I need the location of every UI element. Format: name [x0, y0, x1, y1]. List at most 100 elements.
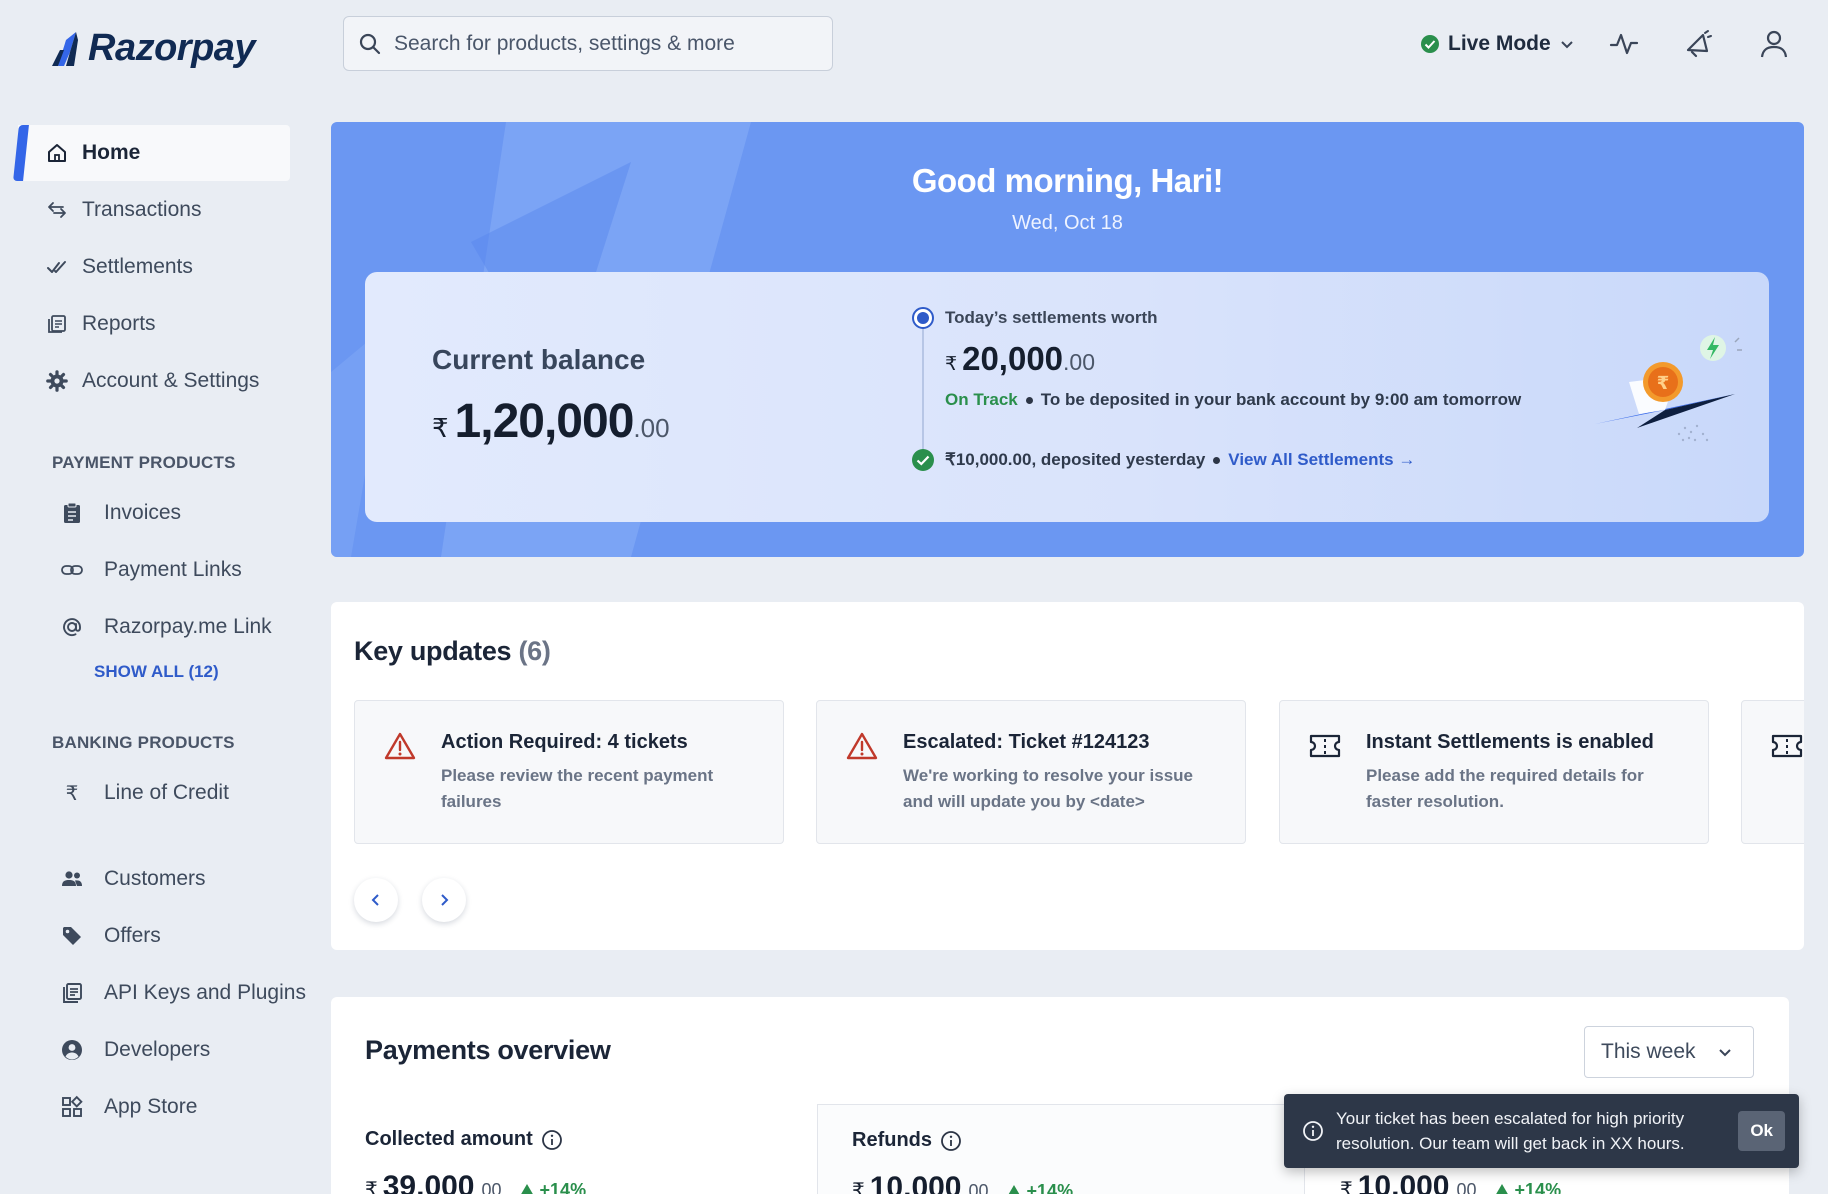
sidebar-item-line-of-credit[interactable]: ₹ Line of Credit [60, 773, 229, 813]
toast-ok-button[interactable]: Ok [1738, 1111, 1785, 1151]
activity-button[interactable] [1604, 24, 1644, 64]
carousel-next-button[interactable] [422, 878, 466, 922]
transactions-icon [48, 202, 66, 218]
sidebar-item-label: Developers [104, 1038, 211, 1061]
current-balance-amount: ₹ 1,20,000 .00 [432, 394, 670, 449]
show-all-products-link[interactable]: SHOW ALL (12) [94, 662, 219, 682]
info-icon[interactable] [541, 1129, 563, 1151]
warning-icon [384, 732, 416, 760]
todays-settlement-label: Today’s settlements worth [945, 308, 1158, 327]
trend-indicator: +14% [1495, 1179, 1562, 1194]
live-mode-dropdown[interactable]: Live Mode [1420, 28, 1575, 60]
sidebar-item-label: Account & Settings [82, 369, 260, 392]
chevron-right-icon [441, 894, 449, 906]
trend-indicator: +14% [1007, 1181, 1073, 1194]
timeline-divider [922, 320, 924, 460]
trend-indicator: +14% [520, 1179, 587, 1194]
balance-decimal: .00 [633, 413, 670, 443]
search-input[interactable] [394, 31, 832, 56]
update-card[interactable]: Action Required: 4 tickets Please review… [354, 700, 784, 844]
sidebar-item-label: API Keys and Plugins [104, 981, 306, 1004]
sidebar-item-label: Transactions [82, 198, 202, 221]
separator-dot [1025, 396, 1033, 404]
key-updates-title: Key updates (6) [354, 636, 551, 667]
razorpay-logo[interactable]: Razorpay [52, 24, 256, 72]
sidebar-item-label: Reports [82, 312, 156, 335]
sidebar-item-account-settings[interactable]: Account & Settings [18, 353, 290, 409]
metric-label: Collected amount [365, 1128, 563, 1151]
sidebar-item-payment-links[interactable]: Payment Links [60, 550, 242, 590]
sidebar-item-offers[interactable]: Offers [60, 916, 161, 956]
settlement-decimal: .00 [1063, 349, 1096, 375]
sidebar-item-label: Customers [104, 867, 206, 890]
carousel-prev-button[interactable] [354, 878, 398, 922]
rupee-icon: ₹ [65, 782, 79, 805]
sidebar-item-reports[interactable]: Reports [18, 296, 290, 352]
chevron-down-icon [1719, 1049, 1731, 1057]
sidebar-item-settlements[interactable]: Settlements [18, 239, 290, 295]
trend-up-icon [520, 1184, 533, 1194]
update-card[interactable]: Escalated: Ticket #124123 We're working … [816, 700, 1246, 844]
trend-value: +14% [1514, 1179, 1562, 1194]
activity-icon [1609, 33, 1639, 55]
ticket-icon [1309, 734, 1341, 758]
info-icon[interactable] [940, 1130, 962, 1152]
sidebar-item-transactions[interactable]: Transactions [18, 182, 290, 238]
sidebar-item-label: Invoices [104, 501, 182, 524]
status-message: To be deposited in your bank account by … [1040, 390, 1522, 409]
metric-label-text: Collected amount [365, 1128, 533, 1150]
warning-icon [846, 732, 878, 760]
sidebar-item-razorpay-me-link[interactable]: Razorpay.me Link [60, 607, 272, 647]
brand-name: Razorpay [88, 26, 256, 69]
sidebar-item-invoices[interactable]: Invoices [60, 493, 181, 533]
sidebar-item-customers[interactable]: Customers [60, 859, 206, 899]
metric-value: ₹ 10,000 .00 +14% [852, 1171, 1073, 1194]
update-description: We're working to resolve your issue and … [903, 766, 1193, 811]
separator-dot [1213, 456, 1221, 464]
gear-icon [46, 370, 68, 392]
metric-collected-amount: Collected amount ₹ 39,000 .00 +14% [365, 1104, 815, 1194]
greeting-title: Good morning, Hari! [911, 162, 1224, 199]
current-date: Wed, Oct 18 [1012, 212, 1123, 234]
update-title: Action Required: 4 tickets [441, 731, 688, 753]
sidebar-item-developers[interactable]: Developers [60, 1030, 210, 1070]
key-updates-heading: Key updates [354, 636, 512, 666]
yesterday-message: ₹10,000.00, deposited yesterday [945, 450, 1206, 469]
metric-main: 10,000 [1357, 1170, 1450, 1194]
update-description: Please review the recent payment failure… [441, 766, 714, 811]
update-card[interactable]: Instant Settlements is enabled Please ad… [1279, 700, 1709, 844]
period-select-value: This week [1601, 1040, 1696, 1063]
todays-settlement-amount: ₹ 20,000 .00 [945, 340, 1095, 378]
check-circle-icon [912, 449, 934, 471]
payment-products-heading: PAYMENT PRODUCTS [52, 453, 236, 472]
sidebar-item-home[interactable]: Home [18, 125, 290, 181]
user-icon [1760, 30, 1788, 58]
payments-overview-title: Payments overview [365, 1035, 611, 1065]
banking-products-heading: BANKING PRODUCTS [52, 733, 235, 752]
sidebar-item-api-keys-plugins[interactable]: API Keys and Plugins [60, 973, 306, 1013]
currency-symbol: ₹ [852, 1180, 865, 1194]
view-all-settlements-link[interactable]: View All Settlements → [1228, 450, 1415, 470]
update-card[interactable] [1741, 700, 1804, 844]
ticket-icon [1771, 734, 1803, 758]
profile-button[interactable] [1754, 24, 1794, 64]
svg-text:₹: ₹ [1657, 373, 1670, 394]
search-bar[interactable] [343, 16, 833, 71]
trend-value: +14% [539, 1179, 587, 1194]
metric-refunds: Refunds ₹ 10,000 .00 +14% [817, 1104, 1305, 1194]
metric-label-text: Refunds [852, 1129, 932, 1151]
update-title: Instant Settlements is enabled [1366, 731, 1654, 753]
app-store-icon [62, 1095, 83, 1117]
metric-decimal: .00 [476, 1180, 502, 1194]
sidebar-item-label: Razorpay.me Link [104, 615, 272, 638]
customers-icon [62, 871, 82, 886]
update-title: Escalated: Ticket #124123 [903, 731, 1150, 753]
period-select[interactable]: This week [1584, 1026, 1754, 1078]
sidebar-item-label: Home [82, 141, 141, 164]
balance-main: 1,20,000 [454, 395, 635, 448]
api-icon [63, 983, 82, 1003]
chevron-down-icon [1560, 41, 1573, 49]
announcements-button[interactable] [1678, 24, 1718, 64]
sidebar-item-label: App Store [104, 1095, 198, 1118]
sidebar-item-app-store[interactable]: App Store [60, 1087, 197, 1127]
